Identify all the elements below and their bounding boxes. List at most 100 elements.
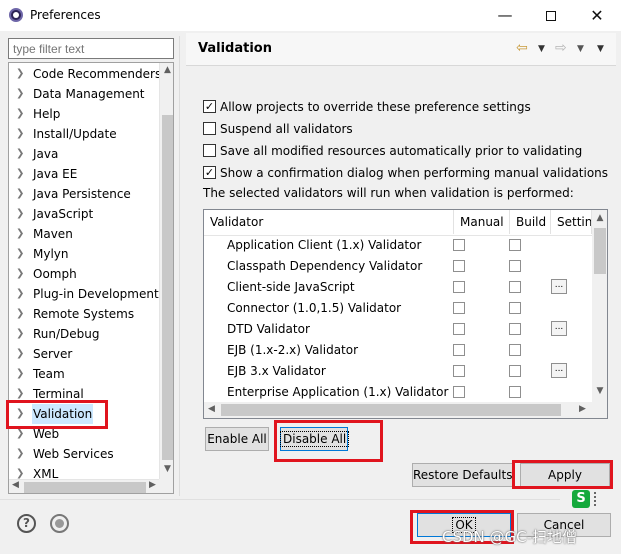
option-checkbox-row[interactable]: Suspend all validators <box>203 119 353 139</box>
close-button[interactable]: ✕ <box>574 0 620 31</box>
manual-checkbox[interactable] <box>453 386 465 398</box>
tree-item-server[interactable]: ❯ Server <box>9 344 159 364</box>
tree-item-maven[interactable]: ❯ Maven <box>9 224 159 244</box>
restore-defaults-button[interactable]: Restore Defaults <box>412 463 513 487</box>
tree-item-java-persistence[interactable]: ❯ Java Persistence <box>9 184 159 204</box>
tree-item-validation[interactable]: ❯ Validation <box>9 404 159 424</box>
scroll-left-icon[interactable]: ◀ <box>12 480 19 490</box>
build-checkbox[interactable] <box>509 323 521 335</box>
tree-item-mylyn[interactable]: ❯ Mylyn <box>9 244 159 264</box>
tree-item-remote-systems[interactable]: ❯ Remote Systems <box>9 304 159 324</box>
manual-checkbox[interactable] <box>453 344 465 356</box>
scroll-left-icon[interactable]: ◀ <box>208 404 215 414</box>
maximize-button[interactable] <box>528 0 574 31</box>
table-row[interactable]: Application Client (1.x) Validator <box>204 235 592 256</box>
expand-arrow-icon[interactable]: ❯ <box>16 224 24 244</box>
option-checkbox-row[interactable]: Save all modified resources automaticall… <box>203 141 582 161</box>
build-checkbox[interactable] <box>509 281 521 293</box>
scroll-right-icon[interactable]: ▶ <box>149 480 156 490</box>
tree-item-oomph[interactable]: ❯ Oomph <box>9 264 159 284</box>
table-horizontal-scrollbar[interactable]: ◀ ▶ <box>204 402 592 418</box>
option-checkbox-row[interactable]: Allow projects to override these prefere… <box>203 97 531 117</box>
tree-item-install-update[interactable]: ❯ Install/Update <box>9 124 159 144</box>
build-checkbox[interactable] <box>509 386 521 398</box>
forward-dropdown-icon[interactable]: ▼ <box>577 44 584 54</box>
manual-checkbox[interactable] <box>453 281 465 293</box>
table-row[interactable]: Client-side JavaScript... <box>204 277 592 298</box>
filter-input[interactable] <box>8 38 174 59</box>
tree-item-terminal[interactable]: ❯ Terminal <box>9 384 159 404</box>
scroll-down-icon[interactable]: ▼ <box>160 464 173 474</box>
table-row[interactable]: EJB 3.x Validator... <box>204 361 592 382</box>
expand-arrow-icon[interactable]: ❯ <box>16 204 24 224</box>
scrollbar-thumb[interactable] <box>162 115 173 460</box>
expand-arrow-icon[interactable]: ❯ <box>16 384 24 404</box>
manual-checkbox[interactable] <box>453 323 465 335</box>
checkbox[interactable] <box>203 122 216 135</box>
table-row[interactable]: Classpath Dependency Validator <box>204 256 592 277</box>
input-method-indicator[interactable]: S <box>566 489 612 509</box>
manual-checkbox[interactable] <box>453 302 465 314</box>
expand-arrow-icon[interactable]: ❯ <box>16 304 24 324</box>
expand-arrow-icon[interactable]: ❯ <box>16 444 24 464</box>
table-row[interactable]: Enterprise Application (1.x) Validator <box>204 382 592 403</box>
expand-arrow-icon[interactable]: ❯ <box>16 104 24 124</box>
build-checkbox[interactable] <box>509 365 521 377</box>
expand-arrow-icon[interactable]: ❯ <box>16 284 24 304</box>
expand-arrow-icon[interactable]: ❯ <box>16 64 24 84</box>
manual-checkbox[interactable] <box>453 260 465 272</box>
manual-checkbox[interactable] <box>453 239 465 251</box>
tree-item-plug-in-development[interactable]: ❯ Plug-in Development <box>9 284 159 304</box>
tree-item-java-ee[interactable]: ❯ Java EE <box>9 164 159 184</box>
table-row[interactable]: EJB (1.x-2.x) Validator <box>204 340 592 361</box>
column-header-validator[interactable]: Validator <box>204 210 454 234</box>
expand-arrow-icon[interactable]: ❯ <box>16 364 24 384</box>
build-checkbox[interactable] <box>509 239 521 251</box>
table-row[interactable]: Connector (1.0,1.5) Validator <box>204 298 592 319</box>
tree-item-java[interactable]: ❯ Java <box>9 144 159 164</box>
back-dropdown-icon[interactable]: ▼ <box>538 44 545 54</box>
tree-item-data-management[interactable]: ❯ Data Management <box>9 84 159 104</box>
expand-arrow-icon[interactable]: ❯ <box>16 424 24 444</box>
build-checkbox[interactable] <box>509 260 521 272</box>
back-arrow-icon[interactable]: ⇦ <box>516 40 528 56</box>
build-checkbox[interactable] <box>509 302 521 314</box>
apply-button[interactable]: Apply <box>520 463 610 487</box>
tree-item-web-services[interactable]: ❯ Web Services <box>9 444 159 464</box>
expand-arrow-icon[interactable]: ❯ <box>16 144 24 164</box>
expand-arrow-icon[interactable]: ❯ <box>16 124 24 144</box>
scroll-down-icon[interactable]: ▼ <box>592 386 607 396</box>
settings-button[interactable]: ... <box>551 321 567 336</box>
scroll-right-icon[interactable]: ▶ <box>579 404 586 414</box>
tree-item-help[interactable]: ❯ Help <box>9 104 159 124</box>
import-export-icon[interactable] <box>50 514 69 533</box>
view-menu-icon[interactable]: ▼ <box>597 44 604 54</box>
enable-all-button[interactable]: Enable All <box>205 427 269 451</box>
table-row[interactable]: DTD Validator... <box>204 319 592 340</box>
expand-arrow-icon[interactable]: ❯ <box>16 324 24 344</box>
tree-item-team[interactable]: ❯ Team <box>9 364 159 384</box>
settings-button[interactable]: ... <box>551 279 567 294</box>
tree-item-run-debug[interactable]: ❯ Run/Debug <box>9 324 159 344</box>
checkbox[interactable] <box>203 100 216 113</box>
tree-item-code-recommenders[interactable]: ❯ Code Recommenders <box>9 64 161 84</box>
help-icon[interactable]: ? <box>17 514 36 533</box>
tree-item-javascript[interactable]: ❯ JavaScript <box>9 204 159 224</box>
scroll-up-icon[interactable]: ▲ <box>592 213 607 223</box>
table-vertical-scrollbar[interactable]: ▲ ▼ <box>592 210 607 402</box>
column-header-settings[interactable]: Settings <box>551 210 592 234</box>
scrollbar-thumb[interactable] <box>221 404 561 416</box>
settings-button[interactable]: ... <box>551 363 567 378</box>
checkbox[interactable] <box>203 166 216 179</box>
checkbox[interactable] <box>203 144 216 157</box>
build-checkbox[interactable] <box>509 344 521 356</box>
tree-horizontal-scrollbar[interactable]: ◀ ▶ <box>9 479 159 493</box>
tree-vertical-scrollbar[interactable]: ▲ ▼ <box>159 63 173 479</box>
minimize-button[interactable]: — <box>482 0 528 31</box>
disable-all-button[interactable]: Disable All <box>279 427 350 451</box>
scrollbar-thumb[interactable] <box>24 482 146 493</box>
expand-arrow-icon[interactable]: ❯ <box>16 404 24 424</box>
column-header-manual[interactable]: Manual <box>454 210 510 234</box>
expand-arrow-icon[interactable]: ❯ <box>16 164 24 184</box>
expand-arrow-icon[interactable]: ❯ <box>16 84 24 104</box>
